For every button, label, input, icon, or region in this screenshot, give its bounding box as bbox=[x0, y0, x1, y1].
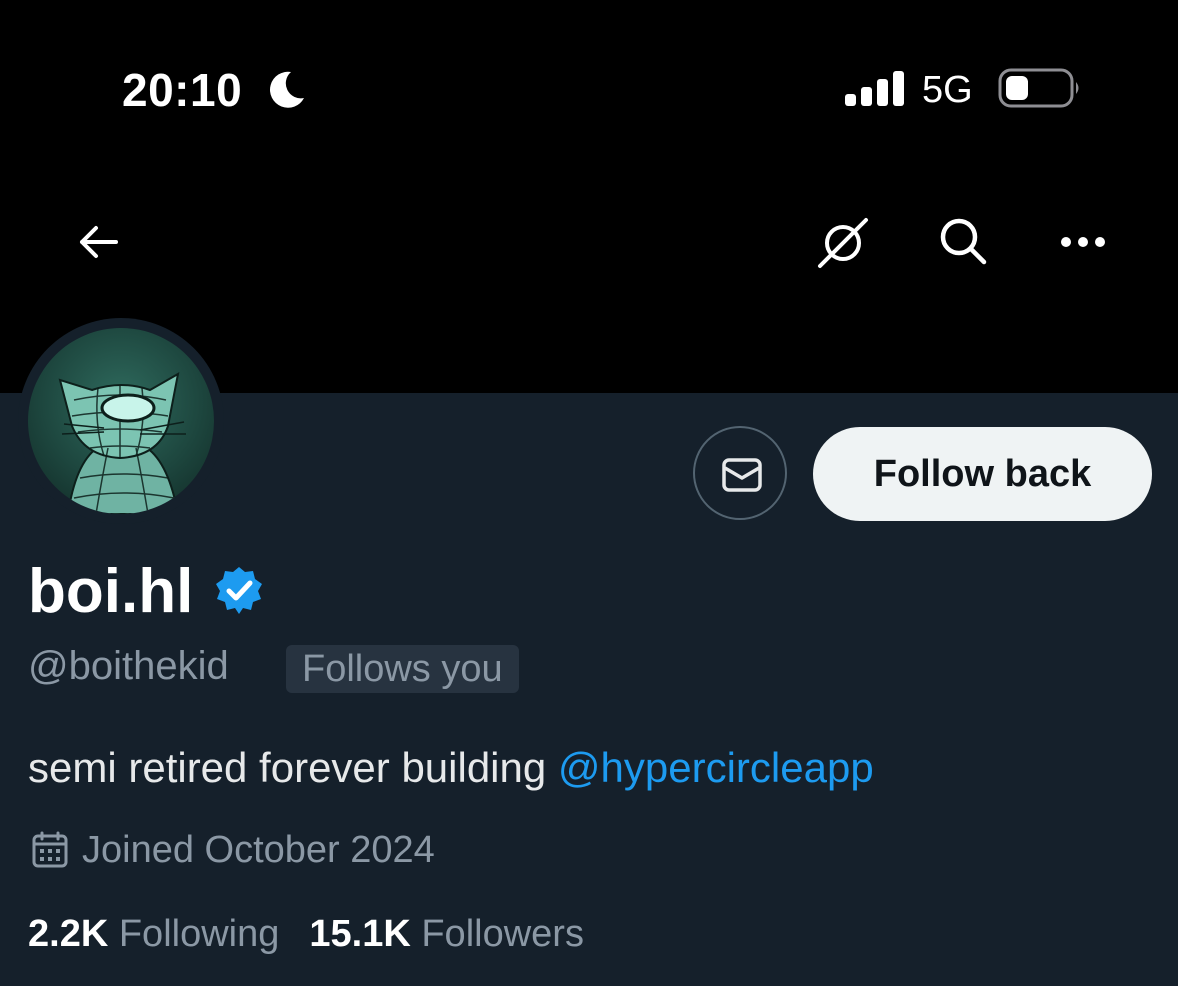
following-label: Following bbox=[118, 913, 280, 955]
follow-stats: 2.2K Following 15.1K Followers bbox=[28, 910, 584, 958]
more-icon[interactable] bbox=[1056, 218, 1110, 266]
bio-mention-link[interactable]: @hypercircleapp bbox=[558, 744, 874, 791]
network-label: 5G bbox=[922, 69, 973, 111]
display-name: boi.hl bbox=[28, 557, 194, 626]
back-arrow-icon[interactable] bbox=[74, 218, 122, 266]
moon-icon bbox=[270, 71, 304, 108]
follows-you-badge: Follows you bbox=[286, 645, 519, 693]
cat-avatar-image bbox=[58, 372, 186, 514]
envelope-icon bbox=[722, 458, 762, 492]
battery-icon bbox=[998, 68, 1079, 108]
notifications-off-icon[interactable] bbox=[816, 216, 870, 270]
joined-date: Joined October 2024 bbox=[82, 829, 435, 871]
followers-count: 15.1K bbox=[309, 913, 411, 955]
search-icon[interactable] bbox=[936, 214, 990, 268]
signal-icon bbox=[845, 71, 904, 106]
following-link[interactable]: 2.2K Following bbox=[28, 913, 279, 955]
calendar-icon bbox=[32, 831, 68, 868]
profile-bio: semi retired forever building @hypercirc… bbox=[28, 742, 874, 794]
followers-label: Followers bbox=[421, 913, 584, 955]
verified-badge-icon[interactable] bbox=[214, 565, 264, 615]
profile-handle: @boithekid bbox=[28, 644, 229, 688]
following-count: 2.2K bbox=[28, 913, 109, 955]
profile-avatar[interactable] bbox=[18, 318, 224, 524]
follow-back-button[interactable]: Follow back bbox=[813, 427, 1152, 521]
message-button[interactable] bbox=[693, 426, 787, 520]
bio-text: semi retired forever building bbox=[28, 744, 558, 791]
followers-link[interactable]: 15.1K Followers bbox=[309, 913, 584, 955]
status-time: 20:10 bbox=[122, 64, 243, 116]
